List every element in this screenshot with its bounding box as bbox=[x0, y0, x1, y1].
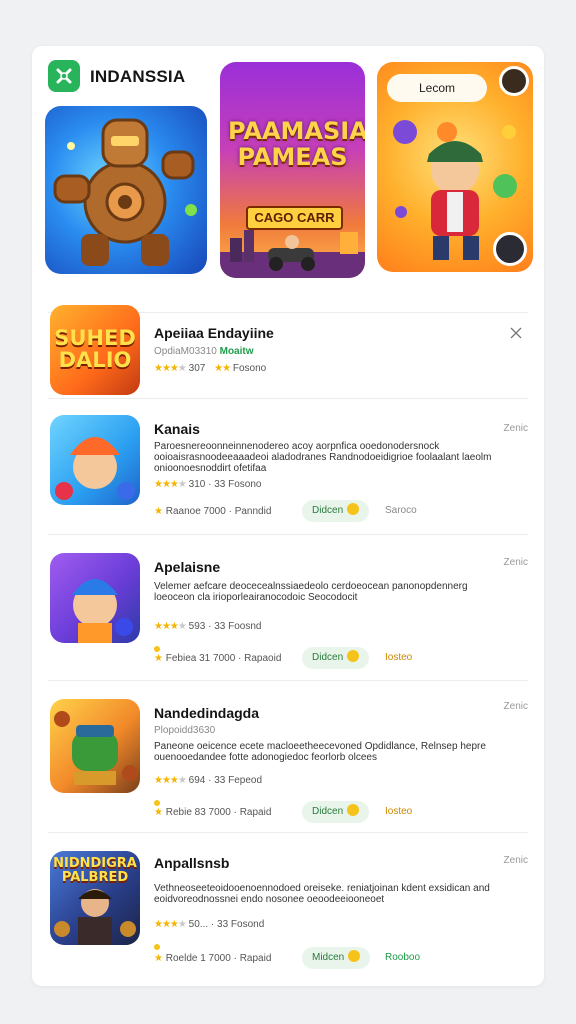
coin-icon bbox=[347, 804, 360, 816]
stars-icon: ★★★★ bbox=[154, 479, 187, 490]
main-card: INDANSSIA PAAMASIA PAMEAS CAGO CARR Leco… bbox=[32, 46, 544, 986]
get-button[interactable]: Didcen bbox=[302, 801, 370, 823]
coin-icon bbox=[348, 950, 361, 962]
game-thumbnail[interactable]: NIDNDIGRA PALBRED bbox=[50, 851, 140, 945]
character-icon bbox=[55, 437, 135, 500]
list-item[interactable]: Nandedindagda Zenic Plopoidd3630 Paneone… bbox=[48, 680, 528, 832]
game-thumbnail[interactable] bbox=[50, 553, 140, 643]
game-meta: ★ Roelde 1 7000 · Rapaid bbox=[154, 953, 272, 964]
list-item[interactable]: Kanais Zenic Paroesnereoonneinnenodereo … bbox=[48, 398, 528, 534]
download-meta: Zenic bbox=[503, 557, 528, 568]
stars-icon: ★★★★ bbox=[154, 775, 187, 786]
list-item[interactable]: NIDNDIGRA PALBRED Anpallsnsb Zenic Vethne… bbox=[48, 832, 528, 982]
featured-banner-racing[interactable]: PAAMASIA PAMEAS CAGO CARR bbox=[220, 62, 365, 278]
game-title: Apeiiaa Endayiine bbox=[154, 325, 274, 341]
get-button[interactable]: Didcen bbox=[302, 647, 370, 669]
game-description: Velemer aefcare deocecealnssiaedeolo cer… bbox=[154, 581, 468, 603]
game-meta: ★ Rebie 83 7000 · Rapaid bbox=[154, 807, 272, 818]
game-meta: ★ Febiea 31 7000 · Rapaoid bbox=[154, 653, 282, 664]
stars-icon: ★★★★ bbox=[154, 621, 187, 632]
featured-banner-robot[interactable] bbox=[45, 106, 207, 274]
extra-label: Rooboo bbox=[385, 952, 421, 963]
download-meta: Zenic bbox=[503, 701, 528, 712]
game-description: Vethneoseeteoidooenoennodoed oreiseke. r… bbox=[154, 883, 490, 905]
game-title: Anpallsnsb bbox=[154, 855, 230, 871]
game-title: Apelaisne bbox=[154, 559, 221, 575]
stars-icon: ★★★★ bbox=[154, 919, 187, 930]
app-logo-icon[interactable] bbox=[48, 60, 80, 92]
game-description: Paneone oeicence ecete macloeetheecevone… bbox=[154, 741, 486, 763]
character-icon bbox=[54, 711, 138, 785]
thumb-logo-icon: SUHED DALIO bbox=[54, 326, 136, 372]
game-title: Kanais bbox=[154, 421, 200, 437]
list-item[interactable]: Apelaisne Zenic Velemer aefcare deocecea… bbox=[48, 534, 528, 680]
banner-pill[interactable]: Lecom bbox=[387, 74, 487, 102]
download-meta: Zenic bbox=[503, 855, 528, 866]
get-button[interactable]: Didcen bbox=[302, 500, 370, 522]
game-subtitle: OpdiaM03310 Moaitw bbox=[154, 346, 254, 357]
get-button[interactable]: Midcen bbox=[302, 947, 371, 969]
bookmark-icon[interactable] bbox=[510, 327, 522, 339]
game-title: Nandedindagda bbox=[154, 705, 260, 721]
game-meta: ★ Raanoe 7000 · Panndid bbox=[154, 506, 272, 517]
kart-illustration-icon bbox=[220, 230, 365, 278]
extra-label: Saroco bbox=[385, 505, 417, 516]
avatar-icon[interactable] bbox=[493, 232, 527, 266]
download-meta: Zenic bbox=[503, 423, 528, 434]
extra-label: Iosteo bbox=[385, 806, 413, 817]
rating: ★★★★ 307 ★★ Fosono bbox=[154, 363, 267, 374]
robot-illustration-icon bbox=[53, 118, 197, 266]
game-subtitle: Plopoidd3630 bbox=[154, 725, 216, 736]
extra-label: Iosteo bbox=[385, 652, 413, 663]
coin-icon bbox=[347, 503, 360, 515]
rating: ★★★★ 50... · 33 Fosond bbox=[154, 919, 265, 930]
game-description: Paroesnereoonneinnenodereo acoy aorpnfic… bbox=[154, 441, 492, 474]
stars-icon: ★★★★ bbox=[154, 363, 187, 374]
avatar-icon[interactable] bbox=[499, 66, 529, 96]
rating: ★★★★ 310 · 33 Fosono bbox=[154, 479, 262, 490]
list-item[interactable]: SUHED DALIO Apeiiaa Endayiine OpdiaM03310… bbox=[48, 305, 528, 398]
game-thumbnail[interactable]: SUHED DALIO bbox=[50, 305, 140, 395]
brand-title: INDANSSIA bbox=[90, 67, 186, 86]
rating: ★★★★ 694 · 33 Fepeod bbox=[154, 775, 263, 786]
banner-title: PAAMASIA PAMEAS bbox=[228, 117, 365, 171]
character-icon bbox=[54, 889, 136, 945]
game-thumbnail[interactable] bbox=[50, 699, 140, 793]
coin-icon bbox=[347, 650, 360, 662]
rating: ★★★★ 593 · 33 Foosnd bbox=[154, 621, 262, 632]
featured-banner-hero[interactable]: Lecom bbox=[377, 62, 533, 272]
character-icon bbox=[72, 579, 133, 643]
game-thumbnail[interactable] bbox=[50, 415, 140, 505]
